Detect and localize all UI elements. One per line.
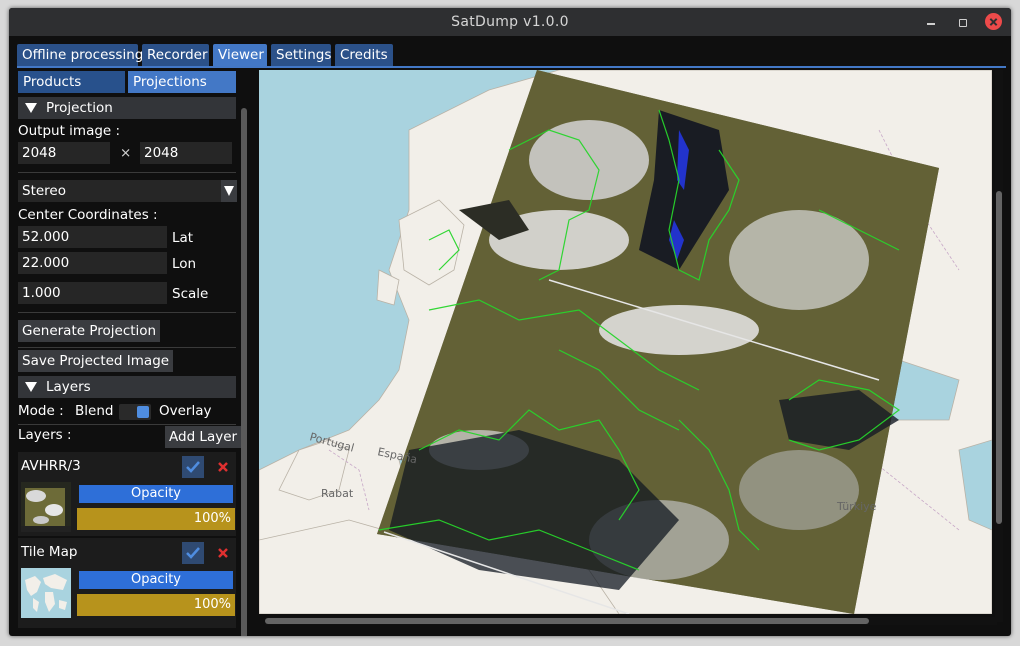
scale-label: Scale bbox=[172, 286, 209, 302]
lon-input[interactable]: 22.000 bbox=[18, 252, 167, 274]
window-title: SatDump v1.0.0 bbox=[451, 14, 569, 30]
layer-name: Tile Map bbox=[21, 544, 78, 560]
layer-name: AVHRR/3 bbox=[21, 458, 81, 474]
opacity-value: 100% bbox=[193, 597, 231, 612]
subtab-products[interactable]: Products bbox=[18, 71, 125, 93]
blend-overlay-toggle[interactable] bbox=[119, 404, 151, 420]
scrollbar-thumb[interactable] bbox=[265, 618, 869, 624]
minimize-icon[interactable] bbox=[923, 14, 939, 30]
output-height-input[interactable]: 2048 bbox=[140, 142, 232, 164]
separator bbox=[18, 347, 236, 348]
projection-header[interactable]: Projection bbox=[18, 97, 236, 119]
tab-settings[interactable]: Settings bbox=[271, 44, 331, 66]
times-sign: × bbox=[120, 145, 132, 161]
scrollbar-thumb[interactable] bbox=[996, 191, 1002, 524]
save-projected-image-button[interactable]: Save Projected Image bbox=[18, 350, 174, 372]
layer-item-tile-map: Tile Map Opacity 100% bbox=[18, 538, 236, 628]
output-width-input[interactable]: 2048 bbox=[18, 142, 110, 164]
tab-credits[interactable]: Credits bbox=[335, 44, 393, 66]
scale-input[interactable]: 1.000 bbox=[18, 282, 167, 304]
map-horizontal-scrollbar[interactable] bbox=[265, 617, 997, 625]
tab-viewer[interactable]: Viewer bbox=[213, 44, 267, 66]
opacity-label: Opacity bbox=[79, 571, 233, 589]
separator bbox=[18, 172, 236, 173]
lat-label: Lat bbox=[172, 230, 194, 246]
close-icon[interactable] bbox=[985, 13, 1002, 30]
mode-label: Mode : bbox=[18, 403, 64, 419]
layer-thumbnail-avhrr bbox=[21, 482, 71, 532]
opacity-value: 100% bbox=[193, 511, 231, 526]
left-panel-scrollbar[interactable] bbox=[241, 108, 247, 636]
tab-offline-processing[interactable]: Offline processing bbox=[17, 44, 143, 66]
delete-layer-icon[interactable] bbox=[216, 546, 230, 560]
tab-recorder[interactable]: Recorder bbox=[142, 44, 209, 66]
checkmark-icon bbox=[186, 461, 200, 473]
separator bbox=[18, 312, 236, 313]
app-window: SatDump v1.0.0 Offline processing Record… bbox=[9, 8, 1011, 636]
map-label-turkiye: Türkiye bbox=[836, 500, 877, 513]
delete-layer-icon[interactable] bbox=[216, 460, 230, 474]
opacity-slider[interactable]: 100% bbox=[77, 594, 235, 616]
toggle-knob bbox=[137, 406, 149, 418]
map-label-rabat: Rabat bbox=[321, 487, 354, 500]
viewer-left-panel: Products Projections Projection Output i… bbox=[17, 68, 249, 628]
layer-item-avhrr: AVHRR/3 Opacity 100% bbox=[18, 452, 236, 536]
dropdown-arrow-icon[interactable] bbox=[221, 180, 237, 202]
scrollbar-thumb[interactable] bbox=[241, 108, 247, 636]
mode-blend-label: Blend bbox=[75, 403, 114, 419]
lat-input[interactable]: 52.000 bbox=[18, 226, 167, 248]
mode-overlay-label: Overlay bbox=[159, 403, 212, 419]
checkmark-icon bbox=[186, 547, 200, 559]
projection-header-label: Projection bbox=[46, 100, 113, 116]
layer-enable-checkbox[interactable] bbox=[182, 542, 204, 564]
add-layer-button[interactable]: Add Layer bbox=[165, 426, 242, 448]
map-vertical-scrollbar[interactable] bbox=[995, 70, 1003, 622]
subtab-projections[interactable]: Projections bbox=[128, 71, 236, 93]
projection-type-select[interactable]: Stereo bbox=[18, 180, 221, 202]
maximize-icon[interactable] bbox=[954, 14, 970, 30]
separator bbox=[18, 424, 236, 425]
generate-projection-button[interactable]: Generate Projection bbox=[18, 320, 161, 342]
layers-header[interactable]: Layers bbox=[18, 376, 236, 398]
lon-label: Lon bbox=[172, 256, 197, 272]
layers-list-label: Layers : bbox=[18, 427, 72, 443]
title-bar: SatDump v1.0.0 bbox=[9, 8, 1011, 36]
opacity-slider[interactable]: 100% bbox=[77, 508, 235, 530]
projection-map-view[interactable]: Portugal España Rabat Türkiye bbox=[259, 70, 992, 614]
projected-image: Portugal España Rabat Türkiye bbox=[259, 70, 992, 614]
opacity-label: Opacity bbox=[79, 485, 233, 503]
output-image-label: Output image : bbox=[18, 123, 121, 139]
layers-header-label: Layers bbox=[46, 379, 91, 395]
center-coordinates-label: Center Coordinates : bbox=[18, 207, 158, 223]
collapse-arrow-icon bbox=[25, 382, 37, 392]
layer-thumbnail-tile-map bbox=[21, 568, 71, 618]
layer-enable-checkbox[interactable] bbox=[182, 456, 204, 478]
collapse-arrow-icon bbox=[25, 103, 37, 113]
